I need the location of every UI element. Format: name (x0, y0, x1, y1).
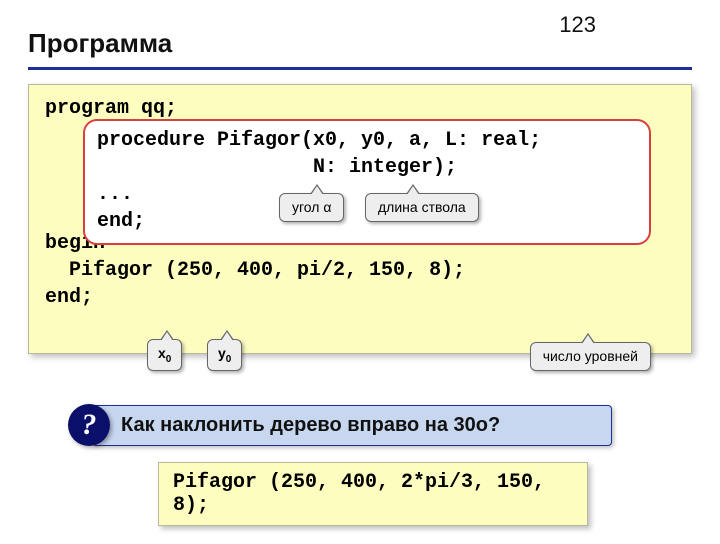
callout-angle-text: угол α (292, 199, 331, 215)
proc-line: procedure Pifagor(x0, y0, a, L: real; (97, 127, 637, 154)
code-line: program qq; (45, 95, 675, 122)
question-text: Как наклонить дерево вправо на 30о? (121, 414, 500, 436)
question-mark-icon: ? (82, 408, 97, 442)
callout-x0: x0 (147, 339, 182, 371)
code-line: end; (45, 284, 675, 311)
main-code-block: program qq; begin Pifagor (250, 400, pi/… (28, 84, 692, 354)
callout-levels: число уровней (530, 342, 651, 371)
question-bar: Как наклонить дерево вправо на 30о? (92, 405, 612, 446)
callout-x0-sub: 0 (166, 354, 172, 365)
answer-code-block: Pifagor (250, 400, 2*pi/3, 150, 8); (158, 462, 588, 526)
code-line: Pifagor (250, 400, pi/2, 150, 8); (45, 257, 675, 284)
callout-y0-sub: 0 (226, 354, 232, 365)
answer-text: Pifagor (250, 400, 2*pi/3, 150, 8); (173, 471, 545, 517)
callout-angle: угол α (279, 193, 344, 222)
page-number: 123 (559, 12, 596, 38)
question-badge: ? (68, 404, 110, 446)
callout-length: длина ствола (365, 193, 479, 222)
callout-x0-text: x (158, 345, 166, 361)
proc-line: N: integer); (97, 154, 637, 181)
callout-y0: y0 (207, 339, 242, 371)
procedure-inset: procedure Pifagor(x0, y0, a, L: real; N:… (83, 119, 651, 245)
callout-levels-text: число уровней (543, 348, 638, 364)
title-underline (28, 67, 692, 70)
callout-y0-text: y (218, 345, 226, 361)
callout-length-text: длина ствола (378, 199, 466, 215)
question-row: ? Как наклонить дерево вправо на 30о? (68, 404, 692, 446)
